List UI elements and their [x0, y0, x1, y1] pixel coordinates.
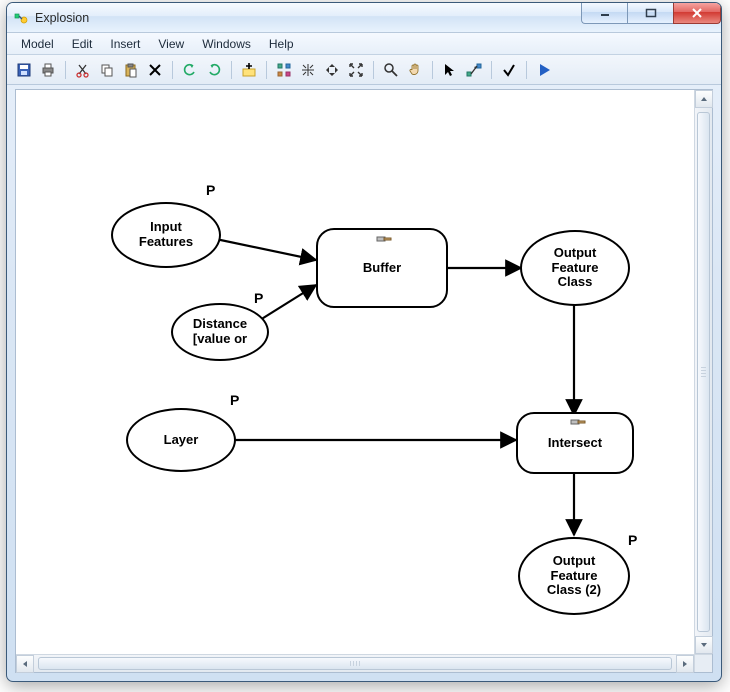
- node-label: Intersect: [548, 436, 602, 451]
- menu-insert[interactable]: Insert: [102, 35, 148, 53]
- client-area: P P P P Input Features Distance [value o…: [15, 89, 713, 673]
- cut-icon[interactable]: [72, 59, 94, 81]
- node-label: Distance [value or: [193, 317, 247, 347]
- scroll-down-button[interactable]: [695, 636, 713, 654]
- menu-windows[interactable]: Windows: [194, 35, 259, 53]
- scroll-thumb[interactable]: [38, 657, 672, 670]
- node-buffer[interactable]: Buffer: [316, 228, 448, 308]
- close-button[interactable]: [673, 3, 721, 24]
- maximize-button[interactable]: [627, 3, 673, 24]
- menu-view[interactable]: View: [150, 35, 192, 53]
- node-label: Input Features: [139, 220, 193, 250]
- zoom-full-icon[interactable]: [297, 59, 319, 81]
- toolbar-separator: [373, 61, 374, 79]
- parameter-marker: P: [628, 532, 637, 548]
- node-label: Layer: [164, 433, 199, 448]
- save-icon[interactable]: [13, 59, 35, 81]
- menu-edit[interactable]: Edit: [64, 35, 101, 53]
- hammer-icon: [570, 419, 586, 431]
- redo-icon[interactable]: [203, 59, 225, 81]
- select-icon[interactable]: [439, 59, 461, 81]
- undo-icon[interactable]: [179, 59, 201, 81]
- application-window: Explosion Model Edit Insert View Windows…: [6, 2, 722, 682]
- node-label: Buffer: [363, 261, 401, 276]
- add-data-icon[interactable]: [238, 59, 260, 81]
- validate-icon[interactable]: [498, 59, 520, 81]
- connect-icon[interactable]: [463, 59, 485, 81]
- menu-model[interactable]: Model: [13, 35, 62, 53]
- node-output-feature-class-2[interactable]: Output Feature Class (2): [518, 537, 630, 615]
- app-icon: [13, 10, 29, 26]
- toolbar-separator: [491, 61, 492, 79]
- run-icon[interactable]: [533, 59, 555, 81]
- zoom-tool-icon[interactable]: [380, 59, 402, 81]
- toolbar-separator: [526, 61, 527, 79]
- scroll-right-button[interactable]: [676, 655, 694, 673]
- window-title: Explosion: [35, 11, 89, 25]
- toolbar-separator: [266, 61, 267, 79]
- vertical-scrollbar[interactable]: [694, 90, 712, 654]
- parameter-marker: P: [230, 392, 239, 408]
- parameter-marker: P: [206, 182, 215, 198]
- fit-window-icon[interactable]: [345, 59, 367, 81]
- toolbar-separator: [172, 61, 173, 79]
- zoom-in-icon[interactable]: [321, 59, 343, 81]
- pan-icon[interactable]: [404, 59, 426, 81]
- copy-icon[interactable]: [96, 59, 118, 81]
- node-intersect[interactable]: Intersect: [516, 412, 634, 474]
- paste-icon[interactable]: [120, 59, 142, 81]
- node-label: Output Feature Class: [552, 246, 599, 291]
- delete-icon[interactable]: [144, 59, 166, 81]
- toolbar: [7, 55, 721, 85]
- hammer-icon: [376, 236, 392, 248]
- menu-help[interactable]: Help: [261, 35, 302, 53]
- scroll-thumb[interactable]: [697, 112, 710, 632]
- scroll-corner: [694, 654, 712, 672]
- node-distance[interactable]: Distance [value or: [171, 303, 269, 361]
- node-layer[interactable]: Layer: [126, 408, 236, 472]
- toolbar-separator: [231, 61, 232, 79]
- menubar: Model Edit Insert View Windows Help: [7, 33, 721, 55]
- node-output-feature-class[interactable]: Output Feature Class: [520, 230, 630, 306]
- auto-layout-icon[interactable]: [273, 59, 295, 81]
- scroll-left-button[interactable]: [16, 655, 34, 673]
- horizontal-scrollbar[interactable]: [16, 654, 694, 672]
- toolbar-separator: [65, 61, 66, 79]
- scroll-up-button[interactable]: [695, 90, 713, 108]
- toolbar-separator: [432, 61, 433, 79]
- titlebar[interactable]: Explosion: [7, 3, 721, 33]
- minimize-button[interactable]: [581, 3, 627, 24]
- print-icon[interactable]: [37, 59, 59, 81]
- node-label: Output Feature Class (2): [547, 554, 601, 599]
- parameter-marker: P: [254, 290, 263, 306]
- node-input-features[interactable]: Input Features: [111, 202, 221, 268]
- model-canvas[interactable]: P P P P Input Features Distance [value o…: [16, 90, 694, 654]
